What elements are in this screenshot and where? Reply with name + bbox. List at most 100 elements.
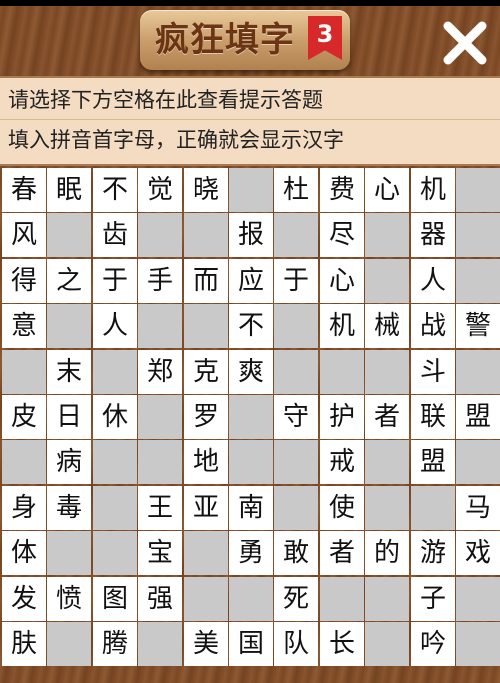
grid-cell-filled[interactable]: 联 xyxy=(411,395,455,439)
grid-cell-empty[interactable] xyxy=(229,168,273,212)
grid-cell-filled[interactable]: 护 xyxy=(320,395,364,439)
grid-cell-empty[interactable] xyxy=(274,350,318,394)
grid-cell-empty[interactable] xyxy=(138,213,182,257)
grid-cell-filled[interactable]: 者 xyxy=(320,531,364,575)
grid-cell-filled[interactable]: 休 xyxy=(93,395,137,439)
grid-cell-empty[interactable] xyxy=(456,213,500,257)
grid-cell-filled[interactable]: 肤 xyxy=(2,622,46,666)
grid-cell-filled[interactable]: 克 xyxy=(184,350,228,394)
grid-cell-filled[interactable]: 病 xyxy=(47,440,91,484)
grid-cell-filled[interactable]: 宝 xyxy=(138,531,182,575)
grid-cell-filled[interactable]: 愤 xyxy=(47,577,91,621)
grid-cell-filled[interactable]: 不 xyxy=(93,168,137,212)
grid-cell-empty[interactable] xyxy=(47,304,91,348)
grid-cell-filled[interactable]: 警 xyxy=(456,304,500,348)
grid-cell-filled[interactable]: 王 xyxy=(138,486,182,530)
grid-cell-filled[interactable]: 日 xyxy=(47,395,91,439)
grid-cell-filled[interactable]: 郑 xyxy=(138,350,182,394)
grid-cell-filled[interactable]: 斗 xyxy=(411,350,455,394)
grid-cell-filled[interactable]: 队 xyxy=(274,622,318,666)
grid-cell-empty[interactable] xyxy=(456,440,500,484)
grid-cell-empty[interactable] xyxy=(93,440,137,484)
grid-cell-filled[interactable]: 图 xyxy=(93,577,137,621)
grid-cell-empty[interactable] xyxy=(456,577,500,621)
grid-cell-empty[interactable] xyxy=(456,168,500,212)
grid-cell-empty[interactable] xyxy=(274,213,318,257)
grid-cell-filled[interactable]: 身 xyxy=(2,486,46,530)
grid-cell-empty[interactable] xyxy=(411,486,455,530)
grid-cell-filled[interactable]: 罗 xyxy=(184,395,228,439)
grid-cell-filled[interactable]: 国 xyxy=(229,622,273,666)
grid-cell-filled[interactable]: 械 xyxy=(365,304,409,348)
grid-cell-filled[interactable]: 者 xyxy=(365,395,409,439)
grid-cell-empty[interactable] xyxy=(274,486,318,530)
grid-cell-filled[interactable]: 杜 xyxy=(274,168,318,212)
grid-cell-empty[interactable] xyxy=(274,440,318,484)
grid-cell-empty[interactable] xyxy=(365,486,409,530)
grid-cell-filled[interactable]: 发 xyxy=(2,577,46,621)
grid-cell-filled[interactable]: 意 xyxy=(2,304,46,348)
grid-cell-filled[interactable]: 使 xyxy=(320,486,364,530)
grid-cell-empty[interactable] xyxy=(2,440,46,484)
grid-cell-empty[interactable] xyxy=(138,440,182,484)
grid-cell-filled[interactable]: 报 xyxy=(229,213,273,257)
grid-cell-empty[interactable] xyxy=(229,440,273,484)
grid-cell-filled[interactable]: 眠 xyxy=(47,168,91,212)
grid-cell-filled[interactable]: 齿 xyxy=(93,213,137,257)
grid-cell-filled[interactable]: 盟 xyxy=(456,395,500,439)
grid-cell-empty[interactable] xyxy=(365,622,409,666)
grid-cell-filled[interactable]: 而 xyxy=(184,259,228,303)
grid-cell-empty[interactable] xyxy=(229,577,273,621)
grid-cell-filled[interactable]: 的 xyxy=(365,531,409,575)
grid-cell-empty[interactable] xyxy=(93,486,137,530)
grid-cell-empty[interactable] xyxy=(138,395,182,439)
grid-cell-filled[interactable]: 南 xyxy=(229,486,273,530)
grid-cell-filled[interactable]: 人 xyxy=(93,304,137,348)
grid-cell-empty[interactable] xyxy=(320,350,364,394)
grid-cell-filled[interactable]: 得 xyxy=(2,259,46,303)
grid-cell-empty[interactable] xyxy=(184,213,228,257)
close-button[interactable] xyxy=(436,14,494,72)
grid-cell-filled[interactable]: 勇 xyxy=(229,531,273,575)
grid-cell-filled[interactable]: 末 xyxy=(47,350,91,394)
grid-cell-filled[interactable]: 心 xyxy=(365,168,409,212)
grid-cell-filled[interactable]: 春 xyxy=(2,168,46,212)
grid-cell-filled[interactable]: 死 xyxy=(274,577,318,621)
grid-cell-filled[interactable]: 于 xyxy=(93,259,137,303)
grid-cell-filled[interactable]: 长 xyxy=(320,622,364,666)
grid-cell-filled[interactable]: 盟 xyxy=(411,440,455,484)
grid-cell-filled[interactable]: 戏 xyxy=(456,531,500,575)
grid-cell-empty[interactable] xyxy=(365,577,409,621)
grid-cell-filled[interactable]: 敢 xyxy=(274,531,318,575)
grid-cell-filled[interactable]: 风 xyxy=(2,213,46,257)
grid-cell-filled[interactable]: 器 xyxy=(411,213,455,257)
grid-cell-filled[interactable]: 守 xyxy=(274,395,318,439)
grid-cell-filled[interactable]: 觉 xyxy=(138,168,182,212)
grid-cell-empty[interactable] xyxy=(456,259,500,303)
grid-cell-filled[interactable]: 戒 xyxy=(320,440,364,484)
grid-cell-empty[interactable] xyxy=(93,350,137,394)
grid-cell-filled[interactable]: 吟 xyxy=(411,622,455,666)
grid-cell-empty[interactable] xyxy=(93,531,137,575)
grid-cell-empty[interactable] xyxy=(2,350,46,394)
grid-cell-empty[interactable] xyxy=(274,304,318,348)
grid-cell-empty[interactable] xyxy=(184,304,228,348)
grid-cell-filled[interactable]: 强 xyxy=(138,577,182,621)
grid-cell-filled[interactable]: 人 xyxy=(411,259,455,303)
grid-cell-filled[interactable]: 皮 xyxy=(2,395,46,439)
grid-cell-empty[interactable] xyxy=(365,350,409,394)
grid-cell-filled[interactable]: 不 xyxy=(229,304,273,348)
grid-cell-filled[interactable]: 毒 xyxy=(47,486,91,530)
grid-cell-filled[interactable]: 尽 xyxy=(320,213,364,257)
grid-cell-filled[interactable]: 机 xyxy=(411,168,455,212)
grid-cell-filled[interactable]: 地 xyxy=(184,440,228,484)
grid-cell-filled[interactable]: 之 xyxy=(47,259,91,303)
grid-cell-filled[interactable]: 应 xyxy=(229,259,273,303)
grid-cell-filled[interactable]: 机 xyxy=(320,304,364,348)
grid-cell-empty[interactable] xyxy=(229,395,273,439)
grid-cell-filled[interactable]: 晓 xyxy=(184,168,228,212)
grid-cell-empty[interactable] xyxy=(365,213,409,257)
grid-cell-filled[interactable]: 子 xyxy=(411,577,455,621)
grid-cell-filled[interactable]: 战 xyxy=(411,304,455,348)
grid-cell-empty[interactable] xyxy=(456,622,500,666)
